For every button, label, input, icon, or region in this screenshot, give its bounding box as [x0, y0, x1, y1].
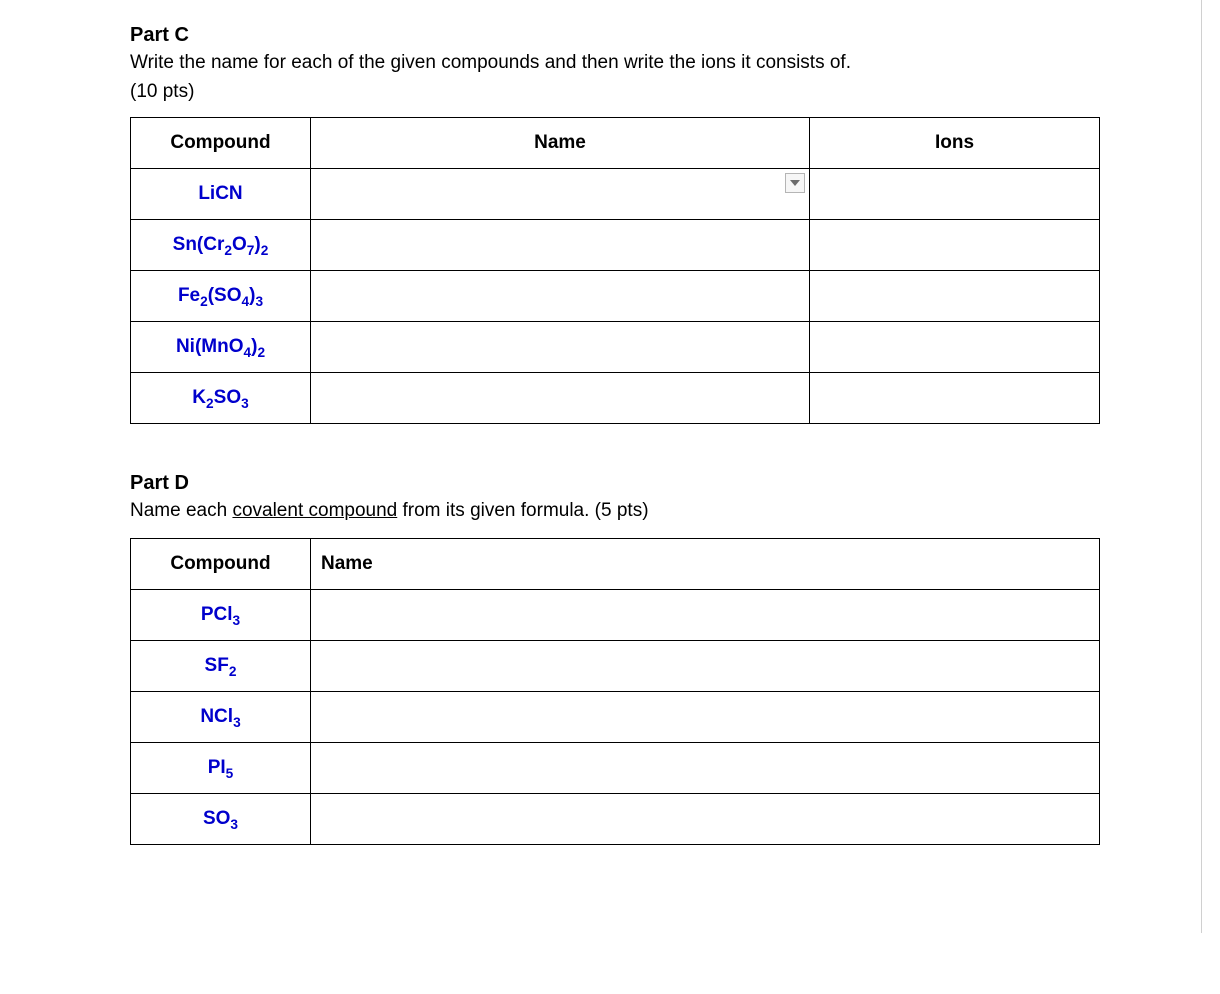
ions-answer-cell[interactable] [810, 372, 1100, 423]
name-answer-cell[interactable] [311, 270, 810, 321]
compound-formula: NCl3 [131, 692, 311, 743]
part-d-table: Compound Name PCl3SF2NCl3PI5SO3 [130, 538, 1100, 845]
part-d-instructions-pre: Name each [130, 500, 232, 521]
name-answer-cell[interactable] [311, 692, 1100, 743]
table-row: Ni(MnO4)2 [131, 321, 1100, 372]
table-row: Fe2(SO4)3 [131, 270, 1100, 321]
compound-formula: PCl3 [131, 590, 311, 641]
name-answer-cell[interactable] [311, 641, 1100, 692]
part-c-table: Compound Name Ions LiCNSn(Cr2O7)2Fe2(SO4… [130, 117, 1100, 424]
compound-formula: K2SO3 [131, 372, 311, 423]
name-answer-cell[interactable] [311, 219, 810, 270]
table-row: Sn(Cr2O7)2 [131, 219, 1100, 270]
part-c-instructions: Write the name for each of the given com… [130, 49, 1100, 77]
part-d-heading: Part D [130, 472, 1100, 495]
compound-formula: Fe2(SO4)3 [131, 270, 311, 321]
part-c-hdr-compound: Compound [131, 117, 311, 168]
compound-formula: SO3 [131, 794, 311, 845]
chevron-down-icon[interactable] [785, 173, 805, 193]
part-d-instructions: Name each covalent compound from its giv… [130, 497, 1100, 525]
table-row: SF2 [131, 641, 1100, 692]
name-answer-cell[interactable] [311, 321, 810, 372]
ions-answer-cell[interactable] [810, 321, 1100, 372]
part-d-hdr-name: Name [311, 539, 1100, 590]
compound-formula: Sn(Cr2O7)2 [131, 219, 311, 270]
table-row: LiCN [131, 168, 1100, 219]
table-row: NCl3 [131, 692, 1100, 743]
compound-formula: Ni(MnO4)2 [131, 321, 311, 372]
name-answer-cell[interactable] [311, 794, 1100, 845]
compound-formula: PI5 [131, 743, 311, 794]
table-row: PCl3 [131, 590, 1100, 641]
compound-formula: LiCN [131, 168, 311, 219]
table-row: K2SO3 [131, 372, 1100, 423]
name-answer-cell[interactable] [311, 590, 1100, 641]
name-answer-cell[interactable] [311, 168, 810, 219]
name-answer-cell[interactable] [311, 743, 1100, 794]
page-right-rule [1201, 0, 1202, 933]
name-answer-cell[interactable] [311, 372, 810, 423]
part-c-points: (10 pts) [130, 81, 1100, 103]
part-d-hdr-compound: Compound [131, 539, 311, 590]
ions-answer-cell[interactable] [810, 168, 1100, 219]
compound-formula: SF2 [131, 641, 311, 692]
ions-answer-cell[interactable] [810, 270, 1100, 321]
table-row: SO3 [131, 794, 1100, 845]
table-row: PI5 [131, 743, 1100, 794]
ions-answer-cell[interactable] [810, 219, 1100, 270]
part-d-instructions-underlined: covalent compound [232, 500, 397, 521]
part-c-hdr-name: Name [311, 117, 810, 168]
part-d-instructions-post: from its given formula. (5 pts) [397, 500, 648, 521]
part-c-heading: Part C [130, 24, 1100, 47]
part-c-hdr-ions: Ions [810, 117, 1100, 168]
